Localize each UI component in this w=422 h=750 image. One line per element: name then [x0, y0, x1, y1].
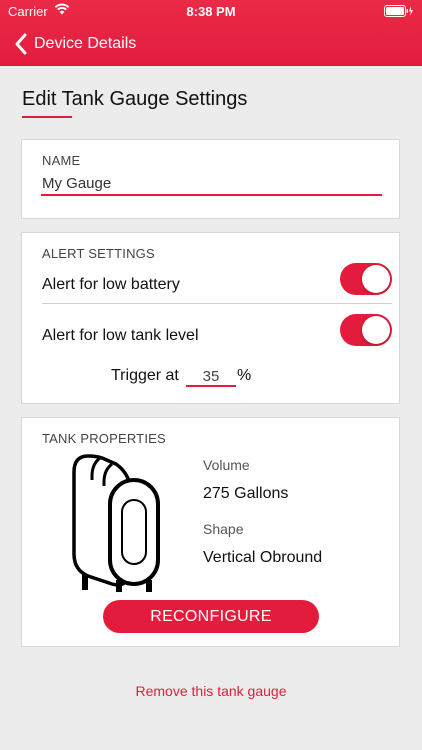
tank-properties-card: TANK PROPERTIES Volume 275 Gallons Shape…	[21, 417, 400, 647]
battery-icon	[384, 5, 414, 20]
clock: 8:38 PM	[186, 4, 236, 19]
volume-value: 275 Gallons	[203, 485, 289, 502]
trigger-label: Trigger at	[111, 367, 179, 384]
vertical-obround-tank-icon	[72, 454, 160, 592]
back-button-label: Device Details	[34, 35, 137, 52]
low-battery-label: Alert for low battery	[42, 276, 180, 293]
remove-tank-gauge-link[interactable]: Remove this tank gauge	[0, 683, 422, 699]
shape-value: Vertical Obround	[203, 549, 323, 566]
tank-section-label: TANK PROPERTIES	[42, 431, 166, 446]
low-tank-toggle[interactable]	[340, 314, 392, 346]
status-bar: Carrier 8:38 PM	[0, 0, 422, 22]
volume-label: Volume	[203, 457, 250, 473]
name-section-label: NAME	[42, 153, 81, 168]
back-button[interactable]: Device Details	[12, 32, 136, 56]
low-tank-label: Alert for low tank level	[42, 327, 199, 344]
alert-settings-card: ALERT SETTINGS Alert for low battery Ale…	[21, 232, 400, 404]
name-card: NAME	[21, 139, 400, 219]
reconfigure-button[interactable]: RECONFIGURE	[103, 600, 319, 633]
page-title: Edit Tank Gauge Settings	[22, 88, 248, 110]
toggle-knob	[362, 265, 390, 293]
title-underline	[22, 116, 72, 118]
trigger-percent-input[interactable]	[186, 367, 236, 387]
row-divider	[42, 303, 392, 304]
navigation-bar: Carrier 8:38 PM Device Details	[0, 0, 422, 66]
chevron-left-icon	[15, 33, 27, 55]
toggle-knob	[362, 316, 390, 344]
shape-label: Shape	[203, 521, 244, 537]
trigger-unit: %	[237, 367, 252, 384]
alert-section-label: ALERT SETTINGS	[42, 246, 155, 261]
low-battery-toggle[interactable]	[340, 263, 392, 295]
name-input[interactable]	[41, 174, 382, 196]
